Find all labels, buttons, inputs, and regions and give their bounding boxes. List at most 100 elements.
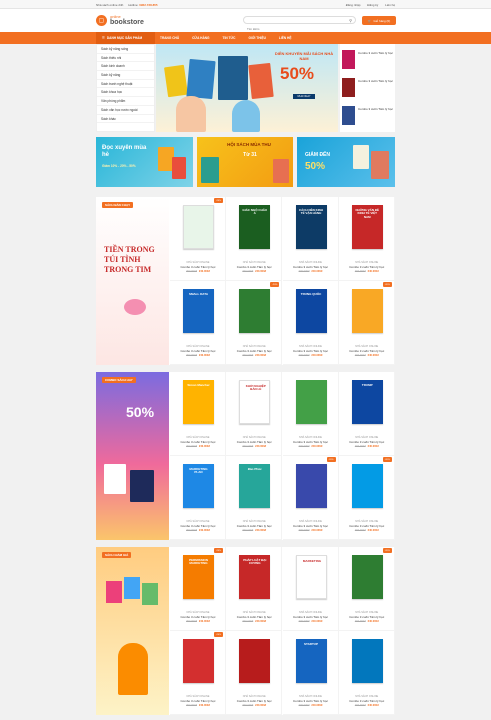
logo[interactable]: ▢ online bookstore — [96, 12, 144, 29]
product-card[interactable]: SMALL DATA NHÀ SÁCH ONLINE Combo 3 cuốn Tâ… — [170, 281, 226, 365]
product-cover-image[interactable]: Simon Mancher — [183, 380, 214, 424]
product-cover-image[interactable]: KHỞI NGHIỆP BÁN LẺ — [239, 380, 271, 424]
login-link[interactable]: Đăng nhập — [346, 3, 361, 7]
product-name[interactable]: Combo 3 cuốn Tâm lý học — [170, 349, 226, 353]
product-card[interactable]: STARTUP NHÀ SÁCH ONLINE Combo 3 cuốn Tâm l… — [282, 631, 339, 715]
nav-item-contact[interactable]: Liên hệ — [279, 36, 292, 40]
product-card[interactable]: KHỞI NGHIỆP BÁN LẺ NHÀ SÁCH ONLINE Combo 3… — [226, 372, 283, 456]
product-name[interactable]: Combo 3 cuốn Tâm lý học — [226, 699, 282, 703]
product-name[interactable]: Combo 3 cuốn Tâm lý học — [339, 440, 395, 444]
promo-banner-sale[interactable]: GIẢM ĐẾN 50% — [297, 137, 395, 187]
product-cover-image[interactable]: PHÁP LUẬT ĐẠI CƯƠNG — [239, 555, 271, 599]
product-cover-image[interactable]: MARKETING PLAN — [183, 464, 214, 508]
product-card[interactable]: CÁCH NỀN KINH TẾ VẬN HÀNH NHÀ SÁCH ONLINE… — [282, 197, 339, 281]
product-name[interactable]: Combo 3 cuốn Tâm lý học — [283, 524, 339, 528]
sidebar-item[interactable]: Sách kinh doanh — [97, 62, 154, 72]
product-name[interactable]: Combo 3 cuốn Tâm lý học — [226, 615, 282, 619]
product-cover-image[interactable]: Đảo Phúc — [239, 464, 271, 508]
product-name[interactable]: Combo 3 cuốn Tâm lý học — [339, 699, 395, 703]
product-cover-image[interactable] — [351, 639, 383, 683]
nav-item-home[interactable]: Trang chủ — [160, 36, 179, 40]
product-card[interactable]: -20% NHÀ SÁCH ONLINE Combo 3 cuốn Tâm lý h… — [226, 281, 283, 365]
product-cover-image[interactable] — [295, 464, 327, 508]
product-card[interactable]: PERMISSION MARKETING -20% NHÀ SÁCH ONLINE C… — [170, 547, 226, 631]
product-name[interactable]: Combo 3 cuốn Tâm lý học — [170, 524, 226, 528]
hero-banner[interactable]: DIỄN KHUYẾN MÃI SÁCH NHÀ NAM 50% MUA NGA… — [156, 44, 338, 132]
product-cover-image[interactable]: PERMISSION MARKETING — [183, 555, 214, 599]
sidebar-item[interactable]: Sách khoa học — [97, 88, 154, 98]
product-name[interactable]: Combo 3 cuốn Tâm lý học — [226, 265, 282, 269]
product-card[interactable]: -20% NHÀ SÁCH ONLINE Combo 3 cuốn Tâm lý h… — [170, 631, 226, 715]
promo-banner-autumn[interactable]: HỘI SÁCH MÙA THU Từ 31 — [197, 137, 293, 187]
sidebar-item[interactable]: Sách thiếu nhi — [97, 54, 154, 63]
sidebar-item[interactable]: Sách văn học nước ngoài — [97, 106, 154, 115]
right-ad-item[interactable]: Combo 3 cuốn Tâm lý học — [342, 104, 393, 128]
sidebar-item[interactable]: Sách kỹ năng — [97, 71, 154, 80]
product-cover-image[interactable]: SMALL DATA — [183, 289, 214, 333]
product-cover-image[interactable]: TRUNG QUỐC — [295, 289, 327, 333]
section-side-banner[interactable]: SÁCH BÁN CHẠY TIỀN TRONG TÚI TÌNH TRONG … — [96, 197, 169, 365]
product-cover-image[interactable]: GIÁC NGỘ CHÂU Á — [239, 205, 271, 249]
product-cover-image[interactable]: CÁCH NỀN KINH TẾ VẬN HÀNH — [295, 205, 327, 249]
product-card[interactable]: GIÁC NGỘ CHÂU Á NHÀ SÁCH ONLINE Combo 3 cu… — [226, 197, 283, 281]
product-name[interactable]: Combo 3 cuốn Tâm lý học — [283, 265, 339, 269]
product-cover-image[interactable] — [239, 289, 271, 333]
section-side-banner[interactable]: COMBO SÁCH HAY 50% — [96, 372, 169, 540]
right-ad-item[interactable]: Combo 3 cuốn Tâm lý học — [342, 76, 393, 100]
nav-item-about[interactable]: Giới thiệu — [248, 36, 265, 40]
product-name[interactable]: Combo 3 cuốn Tâm lý học — [283, 615, 339, 619]
promo-banner-summer[interactable]: Đọc xuyên mùa hè Giảm 10% - 20% - 50% — [96, 137, 193, 187]
nav-item-news[interactable]: Tin tức — [223, 36, 236, 40]
product-name[interactable]: Combo 3 cuốn Tâm lý học — [283, 699, 339, 703]
product-card[interactable]: -20% NHÀ SÁCH ONLINE Combo 3 cuốn Tâm lý h… — [282, 456, 339, 540]
product-card[interactable]: NHÀ SÁCH ONLINE Combo 3 cuốn Tâm lý học 30… — [282, 372, 339, 456]
category-menu-button[interactable]: ☰ DANH MỤC SẢN PHẨM — [96, 32, 155, 44]
product-name[interactable]: Combo 3 cuốn Tâm lý học — [170, 440, 226, 444]
product-name[interactable]: Combo 3 cuốn Tâm lý học — [339, 524, 395, 528]
product-name[interactable]: Combo 3 cuốn Tâm lý học — [339, 349, 395, 353]
product-cover-image[interactable] — [183, 639, 214, 683]
product-card[interactable]: -20% NHÀ SÁCH ONLINE Combo 3 cuốn Tâm lý h… — [338, 281, 395, 365]
product-cover-image[interactable] — [239, 639, 271, 683]
product-card[interactable]: PHÁP LUẬT ĐẠI CƯƠNG NHÀ SÁCH ONLINE Combo … — [226, 547, 283, 631]
product-card[interactable]: Đảo Phúc NHÀ SÁCH ONLINE Combo 3 cuốn Tâm … — [226, 456, 283, 540]
product-name[interactable]: Combo 3 cuốn Tâm lý học — [170, 699, 226, 703]
product-name[interactable]: Combo 3 cuốn Tâm lý học — [283, 349, 339, 353]
product-card[interactable]: -20% NHÀ SÁCH ONLINE Combo 3 cuốn Tâm lý h… — [338, 547, 395, 631]
product-cover-image[interactable]: STARTUP — [295, 639, 327, 683]
product-cover-image[interactable] — [351, 464, 383, 508]
right-ad-item[interactable]: Combo 3 cuốn Tâm lý học — [342, 48, 393, 72]
cart-button[interactable]: 🛒 Giỏ hàng (0) — [362, 16, 396, 25]
product-name[interactable]: Combo 3 cuốn Tâm lý học — [339, 265, 395, 269]
product-card[interactable]: -20% NHÀ SÁCH ONLINE Combo 3 cuốn Tâm lý h… — [170, 197, 226, 281]
hero-cta-button[interactable]: MUA NGAY — [293, 94, 315, 99]
sidebar-item[interactable]: Văn phòng phẩm — [97, 97, 154, 106]
product-card[interactable]: Simon Mancher NHÀ SÁCH ONLINE Combo 3 cuốn… — [170, 372, 226, 456]
product-cover-image[interactable] — [295, 380, 327, 424]
product-cover-image[interactable] — [351, 289, 383, 333]
contact-link[interactable]: Liên hệ — [385, 3, 395, 7]
product-name[interactable]: Combo 3 cuốn Tâm lý học — [170, 615, 226, 619]
register-link[interactable]: Đăng ký — [367, 3, 378, 7]
product-card[interactable]: NHÀ SÁCH ONLINE Combo 3 cuốn Tâm lý học 30… — [226, 631, 283, 715]
product-cover-image[interactable]: MARKETING — [295, 555, 327, 599]
product-name[interactable]: Combo 3 cuốn Tâm lý học — [226, 349, 282, 353]
product-card[interactable]: TRUMP NHÀ SÁCH ONLINE Combo 3 cuốn Tâm lý … — [338, 372, 395, 456]
sidebar-item[interactable]: Sách tranh nghệ thuật — [97, 80, 154, 89]
hotline-number[interactable]: 0962.738.855 — [139, 3, 157, 7]
product-card[interactable]: TRUNG QUỐC NHÀ SÁCH ONLINE Combo 3 cuốn Tâ… — [282, 281, 339, 365]
product-cover-image[interactable] — [351, 555, 383, 599]
product-cover-image[interactable]: NHỮNG VẤN ĐỀ KINH TẾ VIỆT NAM — [351, 205, 383, 249]
sidebar-item[interactable]: Sách kỹ năng sống — [97, 45, 154, 54]
product-card[interactable]: MARKETING NHÀ SÁCH ONLINE Combo 3 cuốn Tâm… — [282, 547, 339, 631]
product-card[interactable]: NHÀ SÁCH ONLINE Combo 3 cuốn Tâm lý học 30… — [338, 631, 395, 715]
product-name[interactable]: Combo 3 cuốn Tâm lý học — [339, 615, 395, 619]
nav-item-shop[interactable]: Cửa hàng — [192, 36, 209, 40]
product-card[interactable]: NHỮNG VẤN ĐỀ KINH TẾ VIỆT NAM NHÀ SÁCH ON… — [338, 197, 395, 281]
product-cover-image[interactable]: TRUMP — [351, 380, 383, 424]
search-icon[interactable]: ⚲ — [349, 18, 352, 23]
sidebar-item[interactable]: Sách khác — [97, 115, 154, 124]
product-name[interactable]: Combo 3 cuốn Tâm lý học — [226, 524, 282, 528]
product-card[interactable]: MARKETING PLAN NHÀ SÁCH ONLINE Combo 3 cuố… — [170, 456, 226, 540]
product-name[interactable]: Combo 3 cuốn Tâm lý học — [226, 440, 282, 444]
